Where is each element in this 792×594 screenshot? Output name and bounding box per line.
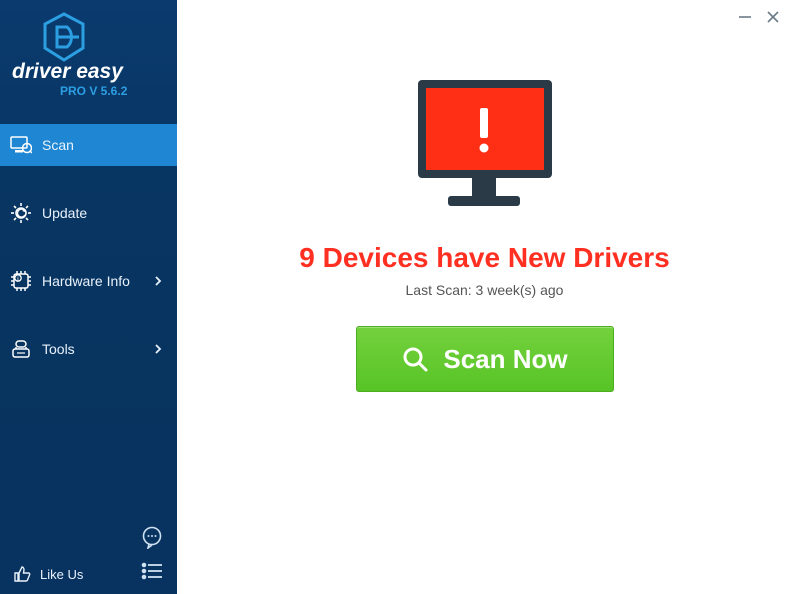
sidebar-item-hardware-info[interactable]: i Hardware Info [0,260,177,302]
sidebar-bottom: Like Us [0,564,177,584]
scan-now-button[interactable]: Scan Now [356,326,614,392]
sidebar: driver easy PRO V 5.6.2 Scan Update i Ha… [0,0,177,594]
brand-name: driver easy [12,60,165,84]
brand-version: PRO V 5.6.2 [60,84,165,98]
minimize-icon [738,10,752,24]
scan-icon [10,134,32,156]
brand-logo-icon [42,12,86,62]
last-scan-text: Last Scan: 3 week(s) ago [406,282,564,298]
main-pane: 9 Devices have New Drivers Last Scan: 3 … [177,0,792,594]
sidebar-item-label: Tools [42,341,151,357]
chat-icon [140,525,164,549]
chevron-right-icon [151,274,165,288]
sidebar-item-update[interactable]: Update [0,192,177,234]
tools-icon [10,338,32,360]
like-us-label: Like Us [40,567,83,582]
sidebar-item-label: Hardware Info [42,273,151,289]
sidebar-item-scan[interactable]: Scan [0,124,177,166]
logo-area: driver easy PRO V 5.6.2 [0,0,177,106]
close-button[interactable] [764,8,782,26]
sidebar-item-tools[interactable]: Tools [0,328,177,370]
close-icon [766,10,780,24]
scan-now-label: Scan Now [443,344,567,375]
window-controls [736,8,782,26]
sidebar-item-label: Update [42,205,165,221]
thumbs-up-icon [12,564,32,584]
gear-refresh-icon [10,202,32,224]
alert-monitor-icon [400,72,570,222]
headline: 9 Devices have New Drivers [299,242,669,274]
main-content: 9 Devices have New Drivers Last Scan: 3 … [177,0,792,392]
feedback-button[interactable] [139,524,165,550]
minimize-button[interactable] [736,8,754,26]
sidebar-item-label: Scan [42,137,165,153]
chevron-right-icon [151,342,165,356]
sidebar-nav: Scan Update i Hardware Info Tools [0,124,177,396]
like-us-button[interactable]: Like Us [12,564,83,584]
hardware-info-icon: i [10,270,32,292]
search-icon [401,345,429,373]
